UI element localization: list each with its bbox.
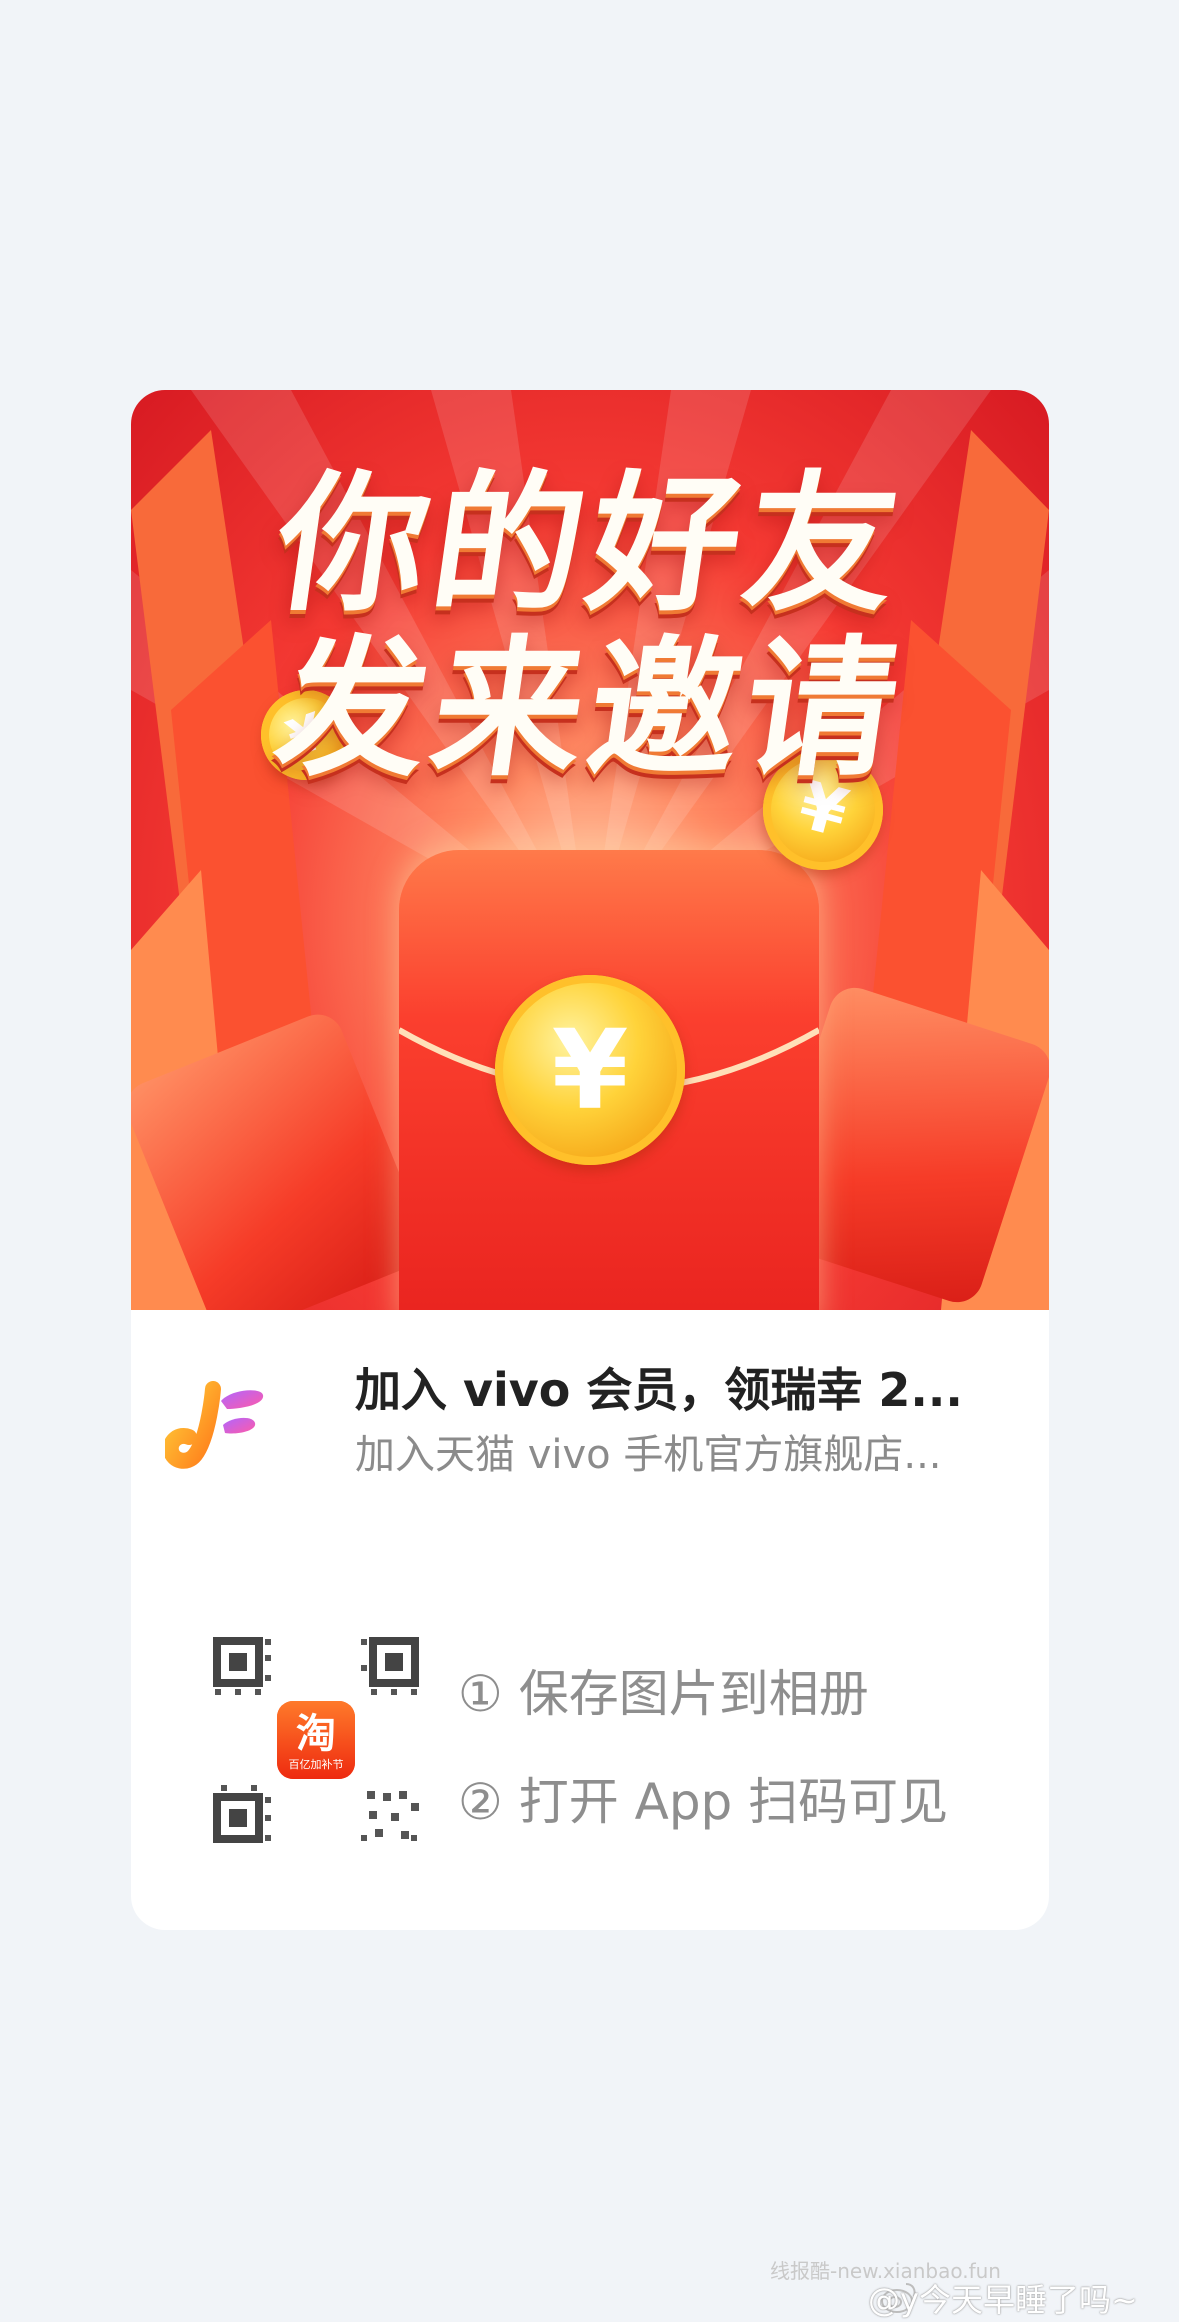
share-page: ¥ ¥ ¥ 你的好友 发来邀请 加入 vivo 会员，领瑞幸 2... 加入天猫… [0,0,1179,2322]
invite-banner-image: ¥ ¥ ¥ 你的好友 发来邀请 [131,390,1049,1310]
store-subtitle: 加入天猫 vivo 手机官方旗舰店... [355,1432,942,1478]
store-title: 加入 vivo 会员，领瑞幸 2... [355,1363,963,1417]
headline-line-2: 发来邀请 [265,623,915,797]
coin-center: ¥ [495,975,685,1165]
vivo-member-logo-icon [165,1381,264,1469]
scan-instructions: ① 保存图片到相册 ② 打开 App 扫码可见 [458,1640,1018,1856]
qr-code[interactable]: 淘 百亿加补节 [211,1635,421,1845]
step-save-image: ① 保存图片到相册 [458,1665,869,1723]
headline-line-1: 你的好友 [265,458,915,632]
taobao-badge-caption: 百亿加补节 [289,1758,344,1771]
store-info: 加入 vivo 会员，领瑞幸 2... 加入天猫 vivo 手机官方旗舰店... [165,1355,1025,1495]
user-watermark: @y今天早睡了吗~ [868,2281,1138,2319]
step-open-app-scan: ② 打开 App 扫码可见 [458,1773,949,1831]
coin-yen-symbol: ¥ [551,1006,629,1134]
invite-card: ¥ ¥ ¥ 你的好友 发来邀请 加入 vivo 会员，领瑞幸 2... 加入天猫… [131,390,1049,1930]
taobao-badge-char: 淘 [296,1711,336,1757]
qr-code-pattern: 淘 百亿加补节 [213,1637,419,1843]
